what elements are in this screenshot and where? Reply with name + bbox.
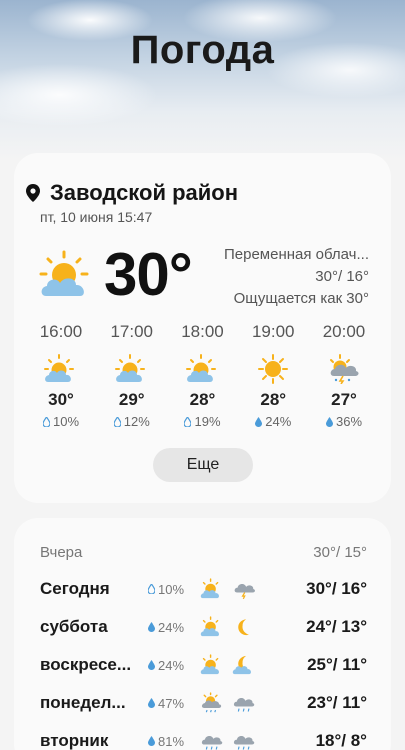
hour-time: 17:00 — [110, 322, 154, 341]
hour-precip-value: 24% — [265, 414, 292, 429]
condition-text: Переменная облач... — [223, 246, 369, 263]
sky-background — [0, 0, 405, 160]
hour-time: 18:00 — [181, 322, 224, 341]
location-name: Заводской район — [50, 180, 239, 205]
hour-temp: 28° — [260, 390, 287, 409]
hour-time: 16:00 — [39, 322, 83, 341]
partly-cloudy-icon — [200, 616, 219, 637]
day-precip-value: 47% — [158, 695, 185, 711]
day-name: вторник — [40, 731, 109, 750]
hour-precip: 19% — [184, 414, 221, 429]
day-precip: 81% — [148, 734, 198, 749]
day-temps: 25°/ 11° — [307, 655, 367, 674]
yesterday-temps: 30°/ 15° — [313, 544, 367, 561]
current-temperature: 30° — [104, 241, 193, 308]
day-precip: 24% — [148, 620, 198, 635]
partly-cloudy-icon — [39, 250, 89, 296]
day-name: Сегодня — [40, 579, 110, 598]
drop-icon — [148, 698, 155, 708]
thunderstorm-icon — [330, 354, 359, 384]
day-precip: 24% — [148, 658, 198, 673]
sun-icon — [258, 354, 289, 384]
day-row[interactable]: понедел... 47% 23°/ 11° — [40, 688, 367, 718]
day-temps: 24°/ 13° — [306, 617, 367, 636]
day-precip: 47% — [148, 696, 198, 711]
condition-block: Переменная облач... 30°/ 16° Ощущается к… — [199, 244, 369, 310]
day-row[interactable]: вторник 81% 18°/ 8° — [40, 726, 367, 750]
hour-precip: 24% — [255, 414, 291, 429]
sun-rain-icon — [201, 692, 222, 713]
hour-time: 20:00 — [322, 322, 366, 341]
day-row[interactable]: Сегодня 10% 30°/ 16° — [40, 574, 367, 604]
yesterday-row: Вчера 30°/ 15° — [40, 544, 367, 561]
thunderstorm-icon — [234, 584, 255, 600]
day-temps: 23°/ 11° — [307, 693, 367, 712]
location-row[interactable]: Заводской район — [26, 180, 238, 206]
hour-temp: 30° — [48, 390, 74, 409]
drop-icon — [184, 416, 192, 427]
moon-icon — [238, 619, 249, 636]
day-precip-value: 10% — [158, 581, 185, 597]
hour-time: 19:00 — [251, 322, 295, 341]
current-datetime: пт, 10 июня 15:47 — [40, 209, 153, 225]
drop-icon — [42, 416, 50, 427]
hourly-forecast[interactable]: 16:00 30° 10% 17:00 29° 12% 18:00 28° 19… — [30, 322, 375, 429]
rain-icon — [201, 736, 223, 750]
hour-item[interactable]: 19:00 28° 24% — [242, 322, 304, 429]
hour-temp: 28° — [189, 390, 216, 409]
feels-like: Ощущается как 30° — [233, 290, 369, 307]
hour-precip: 10% — [42, 414, 80, 429]
day-name: понедел... — [40, 693, 126, 712]
rain-icon — [233, 736, 255, 750]
day-precip-value: 24% — [158, 619, 185, 635]
hour-temp: 27° — [331, 390, 357, 409]
partly-cloudy-icon — [44, 354, 74, 382]
partly-cloudy-icon — [114, 354, 145, 382]
hour-item[interactable]: 17:00 29° 12% — [101, 322, 163, 429]
drop-icon — [148, 660, 155, 670]
hour-precip-value: 12% — [123, 414, 150, 429]
drop-icon — [148, 622, 155, 632]
day-precip-value: 81% — [158, 733, 185, 749]
rain-icon — [233, 698, 255, 712]
day-name: суббота — [40, 617, 108, 636]
hour-precip-value: 19% — [194, 414, 221, 429]
more-button[interactable]: Еще — [153, 448, 253, 482]
drop-icon — [255, 416, 263, 427]
drop-icon — [325, 416, 333, 427]
day-row[interactable]: суббота 24% 24°/ 13° — [40, 612, 367, 642]
hour-precip: 36% — [325, 414, 363, 429]
hour-precip: 12% — [113, 414, 150, 429]
app-title: Погода — [130, 28, 275, 72]
hi-lo-temps: 30°/ 16° — [315, 268, 369, 285]
day-precip-value: 24% — [158, 657, 185, 673]
day-temps: 30°/ 16° — [306, 579, 367, 598]
yesterday-label: Вчера — [40, 544, 83, 561]
day-name: воскресе... — [40, 655, 132, 674]
day-temps: 18°/ 8° — [315, 731, 367, 750]
drop-icon — [113, 416, 121, 427]
location-pin-icon — [26, 184, 40, 202]
hour-temp: 29° — [118, 390, 145, 409]
partly-cloudy-icon — [185, 354, 216, 382]
partly-cloudy-icon — [200, 578, 219, 599]
drop-icon — [148, 736, 155, 746]
drop-icon — [148, 584, 155, 594]
moon-cloud-icon — [232, 655, 251, 675]
hour-item[interactable]: 20:00 27° 36% — [313, 322, 375, 429]
hour-precip-value: 36% — [335, 414, 363, 429]
day-precip: 10% — [148, 582, 198, 597]
hour-item[interactable]: 18:00 28° 19% — [172, 322, 234, 429]
partly-cloudy-icon — [200, 654, 219, 675]
day-row[interactable]: воскресе... 24% 25°/ 11° — [40, 650, 367, 680]
hour-precip-value: 10% — [52, 414, 80, 429]
hour-item[interactable]: 16:00 30° 10% — [30, 322, 92, 429]
